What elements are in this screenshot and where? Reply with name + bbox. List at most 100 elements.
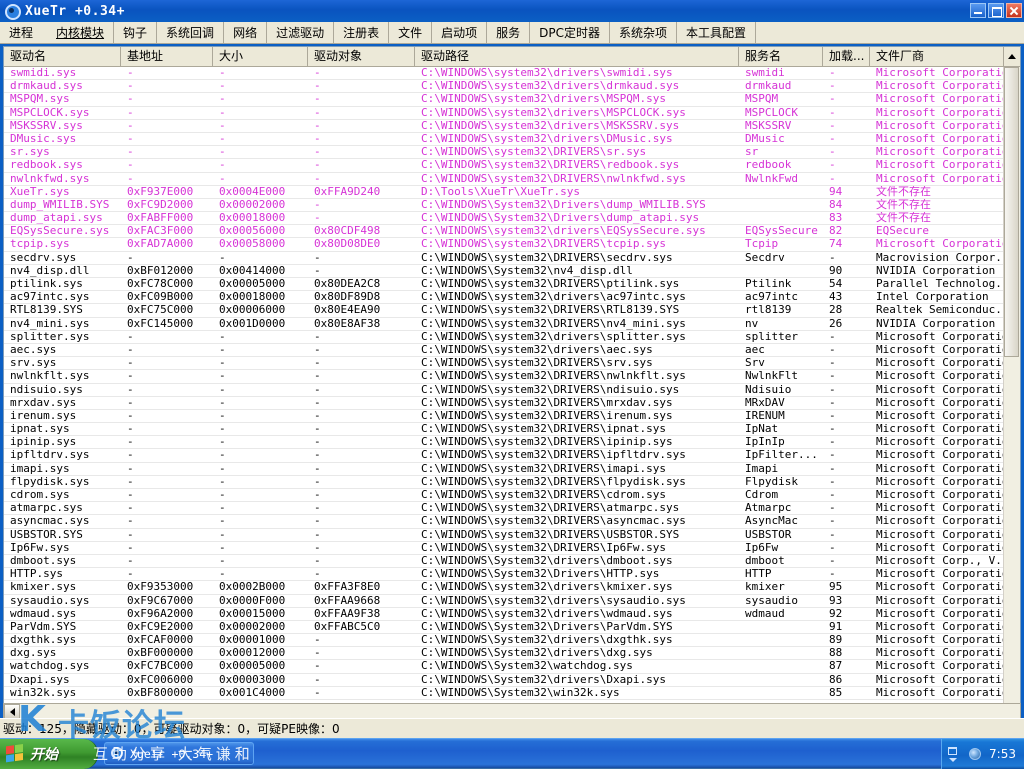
vertical-scroll-thumb[interactable] (1004, 67, 1019, 357)
table-row[interactable]: secdrv.sys - - - C:\WINDOWS\system32\DRIVERS… (4, 252, 1020, 265)
cell-driver-path: C:\WINDOWS\system32\DRIVERS\asyncmac.sys (421, 515, 686, 528)
table-row[interactable]: USBSTOR.SYS - - - C:\WINDOWS\system32\DRIVER… (4, 529, 1020, 542)
table-row[interactable]: flpydisk.sys - - - C:\WINDOWS\system32\DRIVE… (4, 476, 1020, 489)
cell-driver-path: C:\WINDOWS\system32\DRIVERS\sr.sys (421, 146, 647, 159)
table-row[interactable]: nwlnkflt.sys - - - C:\WINDOWS\system32\DRIVE… (4, 370, 1020, 384)
table-row[interactable]: srv.sys - - - C:\WINDOWS\system32\DRIVERS\sr… (4, 357, 1020, 371)
tab-files[interactable]: 文件 (389, 22, 433, 43)
table-row[interactable]: cdrom.sys - - - C:\WINDOWS\system32\DRIVERS\… (4, 489, 1020, 503)
table-row[interactable]: dxg.sys 0xBF000000 0x00012000 - C:\WINDOWS\S… (4, 647, 1020, 661)
column-header-driver-name[interactable]: 驱动名 (4, 47, 121, 66)
cell-base-address: - (127, 357, 134, 370)
table-row[interactable]: dxgthk.sys 0xFCAF0000 0x00001000 - C:\WINDOW… (4, 634, 1020, 648)
tab-registry[interactable]: 注册表 (334, 22, 390, 43)
table-row[interactable]: Ip6Fw.sys - - - C:\WINDOWS\system32\DRIVERS\… (4, 542, 1020, 555)
cell-driver-object: - (314, 673, 321, 686)
cell-file-vendor: Microsoft Corporatio (876, 449, 1009, 462)
tab-hooks[interactable]: 钩子 (114, 22, 158, 43)
table-row[interactable]: irenum.sys - - - C:\WINDOWS\system32\DRIVERS… (4, 410, 1020, 424)
tab-system-misc[interactable]: 系统杂项 (610, 22, 678, 43)
close-button[interactable] (1006, 3, 1022, 18)
volume-icon[interactable] (967, 746, 984, 763)
maximize-button[interactable] (988, 3, 1004, 18)
table-row[interactable]: sysaudio.sys 0xF9C67000 0x0000F000 0xFFAA96… (4, 595, 1020, 608)
table-row[interactable]: ipfltdrv.sys - - - C:\WINDOWS\system32\DRIVE… (4, 449, 1020, 463)
scroll-left-arrow[interactable] (4, 704, 20, 719)
table-row[interactable]: MSPQM.sys - - - C:\WINDOWS\system32\drivers\… (4, 93, 1020, 107)
table-row[interactable]: MSKSSRV.sys - - - C:\WINDOWS\system32\driver… (4, 120, 1020, 133)
show-desktop-icon[interactable] (948, 746, 958, 762)
tab-tool-config[interactable]: 本工具配置 (677, 22, 757, 43)
table-row[interactable]: ParVdm.SYS 0xFC9E2000 0x00002000 0xFFABC5C0… (4, 621, 1020, 635)
tab-dpc-timers[interactable]: DPC定时器 (530, 22, 611, 43)
cell-service-name: Imapi (745, 462, 779, 475)
table-row[interactable]: sr.sys - - - C:\WINDOWS\system32\DRIVERS\sr.… (4, 146, 1020, 160)
table-row[interactable]: aec.sys - - - C:\WINDOWS\system32\drivers\ae… (4, 343, 1020, 358)
table-row[interactable]: MSPCLOCK.sys - - - C:\WINDOWS\system32\drive… (4, 107, 1020, 120)
table-row[interactable]: Dxapi.sys 0xFC006000 0x00003000 - C:\WINDOWS… (4, 674, 1020, 687)
cell-driver-name: nv4_disp.dll (10, 264, 90, 277)
table-row[interactable]: atmarpc.sys - - - C:\WINDOWS\system32\DRIVER… (4, 502, 1020, 516)
table-row[interactable]: win32k.sys 0xBF800000 0x001C4000 - C:\WINDOW… (4, 687, 1020, 700)
table-row[interactable]: dump_atapi.sys 0xFABFF000 0x00018000 - C:\WI… (4, 212, 1020, 226)
table-row[interactable]: DMusic.sys - - - C:\WINDOWS\system32\drivers… (4, 133, 1020, 147)
column-header-service-name[interactable]: 服务名 (739, 47, 823, 66)
cell-base-address: - (127, 383, 134, 396)
cell-service-name: IpInIp (745, 436, 785, 449)
column-header-load-order[interactable]: 加载... (823, 47, 870, 66)
scroll-up-arrow[interactable] (1003, 47, 1020, 66)
table-row[interactable]: nv4_mini.sys 0xFC145000 0x001D0000 0x80E8AF… (4, 318, 1020, 331)
cell-driver-name: dmboot.sys (10, 554, 77, 567)
cell-base-address: - (127, 475, 134, 488)
cell-size: 0x00018000 (219, 291, 286, 304)
table-row[interactable]: drmkaud.sys - - - C:\WINDOWS\system32\driver… (4, 80, 1020, 94)
clock[interactable]: 7:53 (989, 747, 1016, 761)
tab-processes[interactable]: 进程 (0, 22, 47, 43)
cell-file-vendor: Microsoft Corporatio (876, 528, 1009, 541)
table-row[interactable]: dmboot.sys - - - C:\WINDOWS\System32\drivers… (4, 554, 1020, 569)
tab-system-callbacks[interactable]: 系统回调 (157, 22, 225, 43)
start-button[interactable]: 开始 (0, 738, 98, 769)
table-row[interactable]: wdmaud.sys 0xF96A2000 0x00015000 0xFFAA9F38… (4, 608, 1020, 621)
table-row[interactable]: asyncmac.sys - - - C:\WINDOWS\system32\DRIVE… (4, 515, 1020, 529)
table-row[interactable]: ndisuio.sys - - - C:\WINDOWS\system32\DRIVER… (4, 384, 1020, 397)
tab-kernel-modules[interactable]: 内核模块 (47, 22, 115, 43)
tab-filter-drivers[interactable]: 过滤驱动 (267, 22, 335, 43)
table-row[interactable]: ptilink.sys 0xFC78C000 0x00005000 0x80DEA2C… (4, 278, 1020, 292)
table-row[interactable]: redbook.sys - - - C:\WINDOWS\system32\DRIVER… (4, 159, 1020, 173)
tab-startup-items[interactable]: 启动项 (432, 22, 488, 43)
table-row[interactable]: tcpip.sys 0xFAD7A000 0x00058000 0x80D08DE0 C… (4, 238, 1020, 252)
table-row[interactable]: ipnat.sys - - - C:\WINDOWS\system32\DRIVERS\… (4, 423, 1020, 437)
table-row[interactable]: nv4_disp.dll 0xBF012000 0x00414000 - C:\WIND… (4, 265, 1020, 278)
cell-size: 0x0004E000 (219, 185, 286, 198)
column-header-file-vendor[interactable]: 文件厂商 (870, 47, 1010, 66)
tab-network[interactable]: 网络 (224, 22, 268, 43)
column-header-size[interactable]: 大小 (213, 47, 308, 66)
table-row[interactable]: HTTP.sys - - - C:\WINDOWS\System32\Drivers\H… (4, 568, 1020, 582)
cell-driver-path: C:\WINDOWS\system32\drivers\aec.sys (421, 343, 653, 356)
table-row[interactable]: ac97intc.sys 0xFC09B000 0x00018000 0x80DF89… (4, 291, 1020, 305)
cell-driver-object: 0x80E8AF38 (314, 317, 381, 330)
table-row[interactable]: EQSysSecure.sys 0xFAC3F000 0x00056000 0x80C… (4, 225, 1020, 239)
cell-size: 0x0000F000 (219, 594, 286, 607)
table-row[interactable]: watchdog.sys 0xFC7BC000 0x00005000 - C:\WIND… (4, 660, 1020, 674)
table-row[interactable]: XueTr.sys 0xF937E000 0x0004E000 0xFFA9D240 D… (4, 186, 1020, 199)
cell-service-name: Secdrv (745, 251, 785, 264)
table-row[interactable]: imapi.sys - - - C:\WINDOWS\system32\DRIVERS\… (4, 463, 1020, 476)
table-row[interactable]: ipinip.sys - - - C:\WINDOWS\system32\DRIVERS… (4, 436, 1020, 450)
table-row[interactable]: dump_WMILIB.SYS 0xFC9D2000 0x00002000 - C:\W… (4, 199, 1020, 213)
table-row[interactable]: splitter.sys - - - C:\WINDOWS\system32\drive… (4, 331, 1020, 344)
tab-services[interactable]: 服务 (487, 22, 531, 43)
taskbar-item-xuetr[interactable]: XueTr +0.34+ (104, 742, 254, 765)
column-header-base-address[interactable]: 基地址 (121, 47, 213, 66)
table-row[interactable]: kmixer.sys 0xF9353000 0x0002B000 0xFFA3F8E0… (4, 581, 1020, 595)
table-row[interactable]: swmidi.sys - - - C:\WINDOWS\system32\drivers… (4, 67, 1020, 81)
table-row[interactable]: mrxdav.sys - - - C:\WINDOWS\system32\DRIVERS… (4, 397, 1020, 410)
table-row[interactable]: nwlnkfwd.sys - - - C:\WINDOWS\system32\DRIVE… (4, 173, 1020, 186)
minimize-button[interactable] (970, 3, 986, 18)
cell-base-address: 0xFCAF0000 (127, 634, 194, 647)
column-header-driver-object[interactable]: 驱动对象 (308, 47, 415, 66)
column-header-driver-path[interactable]: 驱动路径 (415, 47, 739, 66)
table-row[interactable]: RTL8139.SYS 0xFC75C000 0x00006000 0x80E4EA9… (4, 304, 1020, 318)
vertical-scrollbar[interactable] (1003, 67, 1020, 712)
